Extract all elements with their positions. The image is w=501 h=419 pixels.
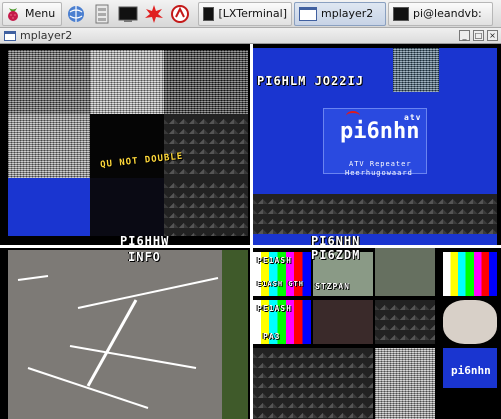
window-icon bbox=[299, 6, 317, 21]
quadrant-pi6nhn: PI6HLM JO22IJ pi6nhn atv ATV Repeater He… bbox=[253, 48, 497, 246]
logo-tile bbox=[8, 178, 90, 236]
taskbar: Menu [LXTerminal] mplayer2 pi@leandvb: bbox=[0, 0, 501, 28]
noise-tile bbox=[375, 348, 435, 419]
testcard-tile bbox=[313, 300, 373, 344]
testcard-tile bbox=[443, 252, 497, 296]
terminal-icon bbox=[203, 6, 215, 21]
task-lxterminal[interactable]: [LXTerminal] bbox=[198, 1, 292, 26]
window-title: mplayer2 bbox=[20, 29, 73, 42]
desc-line-2: Heerhugowaard bbox=[345, 169, 413, 177]
wolfram-icon[interactable] bbox=[168, 2, 192, 26]
testcard-tile bbox=[443, 300, 497, 344]
quadrant-label: PI6ZDM bbox=[311, 248, 361, 262]
noise-tile bbox=[8, 50, 90, 114]
noise-tile bbox=[8, 114, 90, 178]
quadrant-pi6hhw: QU NOT DOUBLE PI6HHW bbox=[8, 50, 248, 246]
maximize-button[interactable]: □ bbox=[473, 30, 484, 41]
minimize-button[interactable]: _ bbox=[459, 30, 470, 41]
mosaic-tile bbox=[164, 178, 248, 236]
tile-label: STZPAN bbox=[315, 282, 350, 291]
logo-text: pi6nhn bbox=[340, 119, 420, 144]
menu-label: Menu bbox=[25, 7, 56, 20]
horizontal-divider bbox=[0, 245, 501, 248]
window-titlebar[interactable]: mplayer2 _ □ × bbox=[0, 28, 501, 44]
terminal-icon[interactable] bbox=[116, 2, 140, 26]
quadrant-info: INFO bbox=[8, 250, 248, 419]
tile-label: PE1ASH bbox=[257, 256, 292, 265]
mosaic-tile bbox=[164, 114, 248, 178]
signal-icon bbox=[346, 111, 360, 121]
noise-tile bbox=[164, 50, 248, 114]
burst-icon[interactable] bbox=[142, 2, 166, 26]
antenna-shadow bbox=[17, 275, 219, 409]
task-label: [LXTerminal] bbox=[218, 7, 287, 20]
logo-sub: atv bbox=[404, 113, 422, 122]
mosaic-tile bbox=[253, 348, 373, 419]
close-button[interactable]: × bbox=[487, 30, 498, 41]
browser-icon[interactable] bbox=[64, 2, 88, 26]
camera-tile bbox=[375, 248, 435, 296]
mosaic-tile bbox=[375, 300, 435, 344]
terminal-icon bbox=[393, 6, 409, 21]
noise-tile bbox=[90, 50, 164, 114]
quadrant-label: INFO bbox=[128, 250, 161, 264]
header-text: PI6HLM JO22IJ bbox=[257, 74, 364, 88]
tile-label: E1ASH GTH bbox=[257, 280, 304, 288]
raspberry-icon bbox=[5, 6, 21, 22]
task-pi-terminal[interactable]: pi@leandvb: bbox=[388, 1, 493, 26]
video-output[interactable]: QU NOT DOUBLE PI6HHW PI6HLM JO22IJ pi6nh… bbox=[0, 44, 501, 419]
quadrant-pi6zdm: PE1ASH E1ASH GTH STZPAN PE1ASH PA3 pi6nh… bbox=[253, 248, 497, 419]
task-label: pi@leandvb: bbox=[413, 7, 482, 20]
task-label: mplayer2 bbox=[321, 7, 374, 20]
vertical-divider bbox=[250, 44, 253, 419]
tile-label: PE1ASH bbox=[257, 304, 292, 313]
preview-tile bbox=[393, 48, 439, 92]
desc-line-1: ATV Repeater bbox=[349, 160, 412, 168]
file-manager-icon[interactable] bbox=[90, 2, 114, 26]
task-mplayer2[interactable]: mplayer2 bbox=[294, 1, 386, 26]
window-icon bbox=[4, 30, 16, 41]
logo-text: pi6nhn bbox=[451, 364, 491, 377]
black-tile bbox=[90, 178, 164, 236]
tile-label: PA3 bbox=[263, 332, 281, 341]
thumbnail-strip bbox=[253, 194, 497, 234]
menu-button[interactable]: Menu bbox=[2, 1, 62, 26]
